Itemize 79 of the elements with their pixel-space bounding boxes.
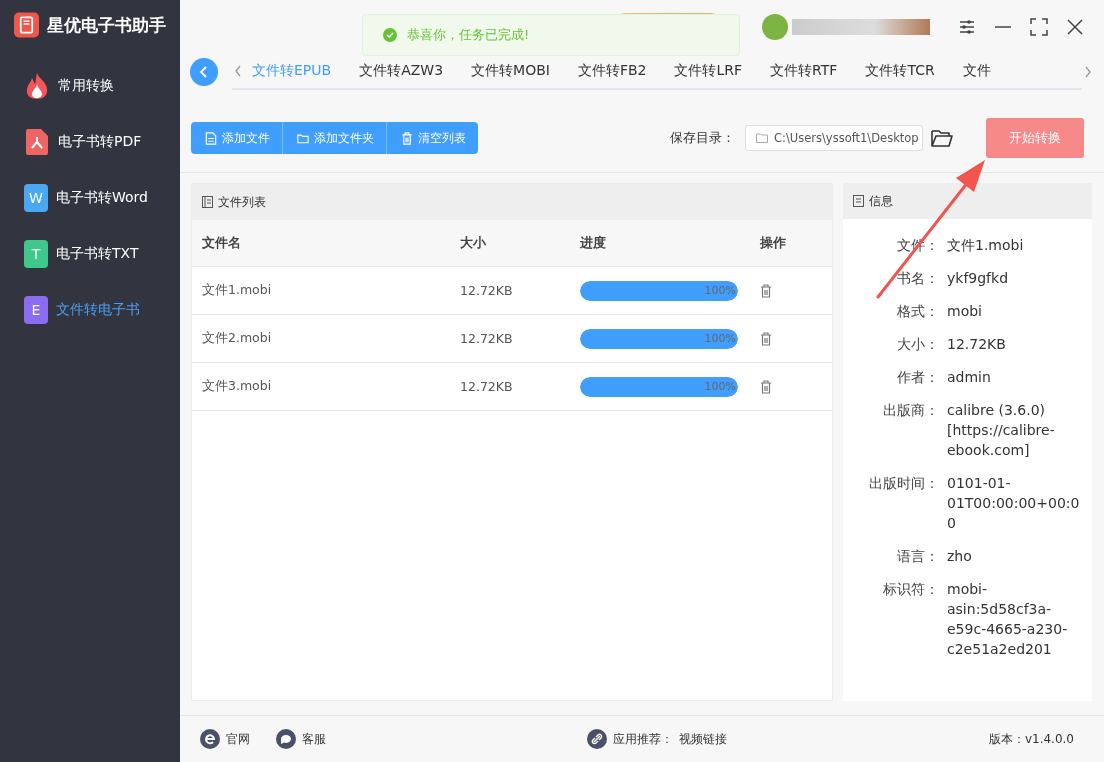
tab[interactable]: 文件转LRF [674,54,743,88]
fullscreen-icon[interactable] [1030,18,1048,36]
sidebar-item[interactable]: 常用转换 [0,58,180,114]
file-letter-icon: T [24,240,48,268]
progress-text: 100% [704,331,736,345]
tab[interactable]: 文件转RTF [770,54,838,88]
save-dir-label: 保存目录： [670,129,735,147]
info-value: zho [947,547,973,566]
info-value: ykf9gfkd [947,269,1010,288]
info-label: 大小： [896,335,939,354]
info-label: 出版时间： [868,474,939,493]
list-icon [202,196,213,208]
sidebar-item[interactable]: W 电子书转Word [0,170,180,226]
info-value: mobi [947,302,983,321]
avatar[interactable] [762,14,788,40]
sidebar-item[interactable]: E 文件转电子书 [0,282,180,338]
app-logo [14,12,39,38]
sidebar-item[interactable]: T 电子书转TXT [0,226,180,282]
info-label: 出版商： [882,401,939,420]
sidebar-item[interactable]: 电子书转PDF [0,114,180,170]
trash-icon [401,131,413,145]
table-cell-text: 文件3.mobi [202,378,273,395]
trash-icon[interactable] [760,379,772,394]
settings-icon[interactable] [958,18,976,36]
progress-text: 100% [704,283,736,297]
progress-text: 100% [704,379,736,393]
table-cell-text: 文件1.mobi [202,282,273,299]
info-label: 书名： [896,269,939,288]
website-link[interactable]: 官网 [226,730,250,748]
panel-title: 信息 [869,192,893,210]
link-icon [587,729,608,749]
browser-icon[interactable] [200,729,220,749]
file-letter-icon: E [24,296,48,324]
info-label: 标识符： [882,580,939,599]
info-value: mobi-asin:5d58cf3a-e59c-4665-a230-c2e51a2ed201 [947,580,1069,659]
version-text: 版本：v1.4.0.0 [988,730,1074,748]
chat-icon[interactable] [276,729,296,749]
column-header: 进度 [580,234,607,252]
table-cell-text: 12.72KB [460,331,514,346]
flame-icon [24,72,50,100]
pdf-icon [24,128,50,156]
column-header: 操作 [760,234,787,252]
trash-icon[interactable] [760,283,772,298]
table-cell-text: 文件2.mobi [202,330,273,347]
video-link[interactable]: 视频链接 [679,730,728,748]
folder-icon[interactable] [931,128,953,148]
info-value: 0101-01-01T00:00:00+00:00 [947,474,1081,533]
document-icon [205,131,217,145]
info-value: 12.72KB [947,335,1007,354]
info-value: 文件1.mobi [947,236,1025,255]
column-header: 文件名 [202,234,242,252]
info-label: 格式： [896,302,939,321]
info-value: admin [947,368,992,387]
folder-icon [756,133,768,143]
tab[interactable]: 文件转TCR [865,54,935,88]
table-cell-text: 12.72KB [460,379,514,394]
column-header: 大小 [460,234,487,252]
tab[interactable]: 文件转FB2 [577,54,647,88]
tab[interactable]: 文件转AZW3 [359,54,444,88]
save-path-field[interactable]: C:\Users\yssoft1\Desktop [745,125,923,151]
folder-icon [297,131,309,145]
trash-icon[interactable] [760,331,772,346]
info-label: 语言： [896,547,939,566]
tab[interactable]: 文件转MOBI [471,54,550,88]
close-icon[interactable] [1066,18,1084,36]
back-button[interactable] [190,58,218,86]
recommend-label: 应用推荐： [613,730,674,748]
info-value: calibre (3.6.0) [https://calibre-ebook.com] [947,401,1056,460]
file-letter-icon: W [24,184,48,212]
app-title: 星优电子书助手 [47,13,166,37]
check-circle-icon [383,28,397,42]
tab[interactable]: 文件 [962,54,991,88]
info-icon [853,195,864,207]
toast-message: 恭喜你，任务已完成! [407,26,530,44]
table-cell-text: 12.72KB [460,283,514,298]
support-link[interactable]: 客服 [302,730,326,748]
chevron-left-icon [199,66,209,78]
panel-title: 文件列表 [218,193,266,211]
info-label: 作者： [896,368,939,387]
